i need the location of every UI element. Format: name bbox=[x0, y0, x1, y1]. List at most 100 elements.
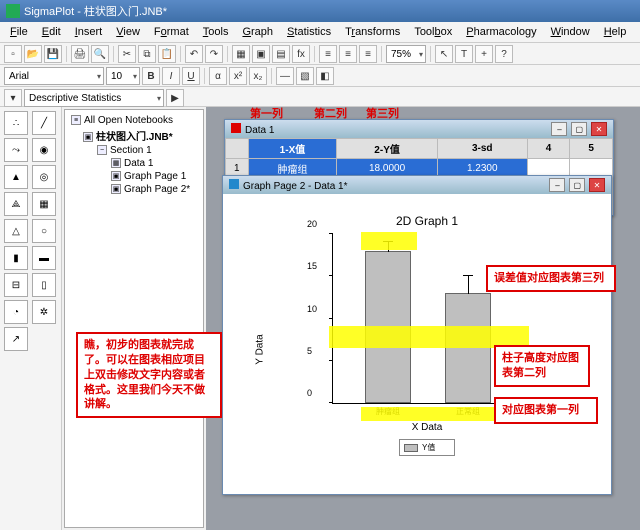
annot-error: 误差值对应图表第三列 bbox=[486, 265, 616, 292]
graph-window-icon bbox=[229, 179, 239, 189]
chart-title[interactable]: 2D Graph 1 bbox=[273, 214, 581, 228]
col-header-4[interactable]: 4 bbox=[527, 139, 570, 159]
graph-page-icon[interactable]: ▣ bbox=[252, 45, 270, 63]
menu-toolbox[interactable]: Toolbox bbox=[408, 24, 458, 40]
align-left-icon[interactable]: ≡ bbox=[319, 45, 337, 63]
subscript-icon[interactable]: x₂ bbox=[249, 67, 267, 85]
dropdown-arrow-icon[interactable]: ▾ bbox=[4, 89, 22, 107]
fill-color-icon[interactable]: ▧ bbox=[296, 67, 314, 85]
tree-graph2[interactable]: ▣Graph Page 2* bbox=[69, 183, 199, 196]
zoom-combo[interactable]: 75% bbox=[386, 45, 426, 63]
col-header-3[interactable]: 3-sd bbox=[437, 139, 527, 159]
pointer-icon[interactable]: ↖ bbox=[435, 45, 453, 63]
menu-view[interactable]: View bbox=[110, 24, 146, 40]
scatter-icon[interactable]: ∴ bbox=[4, 111, 28, 135]
line-plot-icon[interactable]: ╱ bbox=[32, 111, 56, 135]
worksheet-icon[interactable]: ▦ bbox=[232, 45, 250, 63]
align-center-icon[interactable]: ≡ bbox=[339, 45, 357, 63]
vbar-icon[interactable]: ▮ bbox=[4, 246, 28, 270]
pie-icon[interactable]: ◔ bbox=[4, 300, 28, 324]
vector-icon[interactable]: ↗ bbox=[4, 327, 28, 351]
minimize-icon[interactable]: – bbox=[551, 122, 567, 136]
tree-notebook[interactable]: ▣柱状图入门.JNB* bbox=[69, 127, 199, 144]
col-header-1[interactable]: 1-X值 bbox=[248, 139, 337, 159]
menu-help[interactable]: Help bbox=[598, 24, 633, 40]
fontsize-combo[interactable]: 10 bbox=[106, 67, 140, 85]
tree-section[interactable]: −Section 1 bbox=[69, 144, 199, 157]
menu-pharmacology[interactable]: Pharmacology bbox=[460, 24, 542, 40]
tree-data1[interactable]: ▦Data 1 bbox=[69, 157, 199, 170]
menu-format[interactable]: Format bbox=[148, 24, 195, 40]
zoom-in-icon[interactable]: + bbox=[475, 45, 493, 63]
report-icon[interactable]: ▤ bbox=[272, 45, 290, 63]
undo-icon[interactable]: ↶ bbox=[185, 45, 203, 63]
menu-file[interactable]: File bbox=[4, 24, 34, 40]
print-icon[interactable]: 🖨 bbox=[71, 45, 89, 63]
copy-icon[interactable]: ⧉ bbox=[138, 45, 156, 63]
graph-window[interactable]: Graph Page 2 - Data 1* – ▢ ✕ 2D Graph 1 … bbox=[222, 175, 612, 495]
maximize-icon[interactable]: ▢ bbox=[569, 178, 585, 192]
menu-insert[interactable]: Insert bbox=[69, 24, 109, 40]
annot-x: 对应图表第一列 bbox=[494, 397, 598, 424]
stats-combo[interactable]: Descriptive Statistics bbox=[24, 89, 164, 107]
save-icon[interactable]: 💾 bbox=[44, 45, 62, 63]
menu-graph[interactable]: Graph bbox=[236, 24, 279, 40]
notebook-tree[interactable]: ≡All Open Notebooks ▣柱状图入门.JNB* −Section… bbox=[64, 109, 204, 528]
menu-transforms[interactable]: Transforms bbox=[339, 24, 406, 40]
graph-window-titlebar[interactable]: Graph Page 2 - Data 1* – ▢ ✕ bbox=[223, 176, 611, 194]
help-icon[interactable]: ? bbox=[495, 45, 513, 63]
tree-graph1[interactable]: ▣Graph Page 1 bbox=[69, 170, 199, 183]
new-icon[interactable]: ▫ bbox=[4, 45, 22, 63]
3d-scatter-icon[interactable]: ⟁ bbox=[4, 192, 28, 216]
font-combo[interactable]: Arial bbox=[4, 67, 104, 85]
preview-icon[interactable]: 🔍 bbox=[91, 45, 109, 63]
books-icon: ≡ bbox=[71, 115, 81, 125]
equation-icon[interactable]: fx bbox=[292, 45, 310, 63]
minimize-icon[interactable]: – bbox=[549, 178, 565, 192]
redo-icon[interactable]: ↷ bbox=[205, 45, 223, 63]
bold-icon[interactable]: B bbox=[142, 67, 160, 85]
underline-icon[interactable]: U bbox=[182, 67, 200, 85]
superscript-icon[interactable]: x² bbox=[229, 67, 247, 85]
toolbar-format: Arial 10 B I U α x² x₂ — ▧ ◧ bbox=[0, 65, 640, 87]
polar-icon[interactable]: ◉ bbox=[32, 138, 56, 162]
line-style-icon[interactable]: — bbox=[276, 67, 294, 85]
bar-2[interactable] bbox=[445, 293, 491, 403]
menu-tools[interactable]: Tools bbox=[197, 24, 235, 40]
text-icon[interactable]: T bbox=[455, 45, 473, 63]
graph-page[interactable]: 2D Graph 1 Y Data 0 5 10 15 20 bbox=[223, 194, 611, 494]
align-right-icon[interactable]: ≡ bbox=[359, 45, 377, 63]
graph-icon: ▣ bbox=[111, 171, 121, 181]
3d-mesh-icon[interactable]: ▦ bbox=[32, 192, 56, 216]
cut-icon[interactable]: ✂ bbox=[118, 45, 136, 63]
radar-icon[interactable]: ✲ bbox=[32, 300, 56, 324]
close-icon[interactable]: ✕ bbox=[591, 122, 607, 136]
stacked-bar-icon[interactable]: ▯ bbox=[32, 273, 56, 297]
line-scatter-icon[interactable]: ⤳ bbox=[4, 138, 28, 162]
minus-icon[interactable]: − bbox=[97, 145, 107, 155]
tree-root[interactable]: ≡All Open Notebooks bbox=[69, 114, 199, 127]
color-icon[interactable]: ◧ bbox=[316, 67, 334, 85]
menu-edit[interactable]: Edit bbox=[36, 24, 67, 40]
col-header-2[interactable]: 2-Y值 bbox=[337, 139, 437, 159]
col-header-5[interactable]: 5 bbox=[570, 139, 613, 159]
close-icon[interactable]: ✕ bbox=[589, 178, 605, 192]
box-plot-icon[interactable]: ⊟ bbox=[4, 273, 28, 297]
italic-icon[interactable]: I bbox=[162, 67, 180, 85]
symbol-icon[interactable]: α bbox=[209, 67, 227, 85]
maximize-icon[interactable]: ▢ bbox=[571, 122, 587, 136]
menu-statistics[interactable]: Statistics bbox=[281, 24, 337, 40]
ternary-icon[interactable]: △ bbox=[4, 219, 28, 243]
open-icon[interactable]: 📂 bbox=[24, 45, 42, 63]
paste-icon[interactable]: 📋 bbox=[158, 45, 176, 63]
annot-note-box: 瞧，初步的图表就完成了。可以在图表相应项目上双击修改文字内容或者格式。这里我们今… bbox=[76, 332, 222, 418]
menu-window[interactable]: Window bbox=[545, 24, 596, 40]
y-axis-label[interactable]: Y Data bbox=[255, 334, 266, 364]
contour-icon[interactable]: ◎ bbox=[32, 165, 56, 189]
bubble-icon[interactable]: ○ bbox=[32, 219, 56, 243]
area-icon[interactable]: ▲ bbox=[4, 165, 28, 189]
data-window-titlebar[interactable]: Data 1 – ▢ ✕ bbox=[225, 120, 613, 138]
chart-legend[interactable]: Y值 bbox=[399, 439, 455, 456]
hbar-icon[interactable]: ▬ bbox=[32, 246, 56, 270]
run-stats-icon[interactable]: ▶ bbox=[166, 89, 184, 107]
